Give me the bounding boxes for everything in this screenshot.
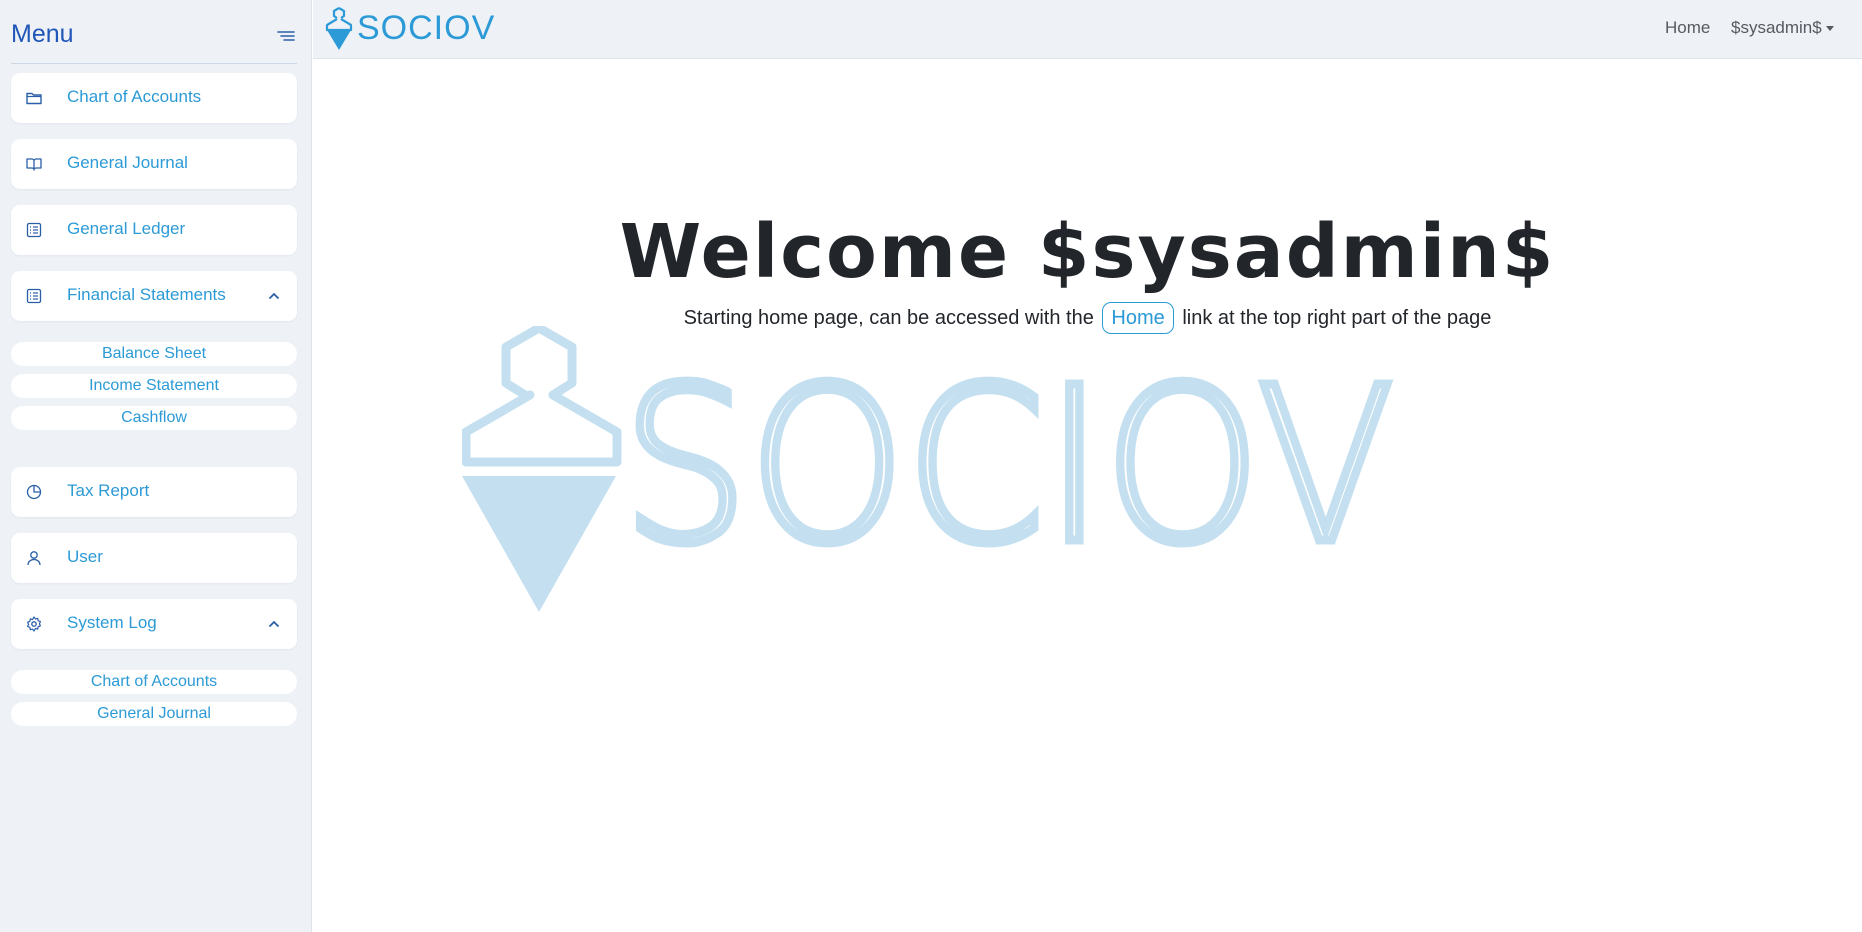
folder-icon: [25, 89, 43, 107]
gear-icon: [25, 615, 43, 633]
chevron-up-icon[interactable]: [267, 617, 281, 631]
sidebar-item-financial-statements[interactable]: Financial Statements: [11, 271, 297, 321]
welcome-heading: Welcome $sysadmin$: [619, 209, 1556, 295]
sidebar-item-label: Financial Statements: [67, 285, 226, 304]
user-name: $sysadmin$: [1731, 18, 1822, 37]
sidebar-item-label: General Journal: [67, 153, 188, 172]
sidebar-item-label: General Ledger: [67, 219, 186, 238]
sidebar-item-general-ledger[interactable]: General Ledger: [11, 205, 297, 255]
sidebar-item-label: System Log: [67, 613, 157, 632]
submenu-item-cashflow[interactable]: Cashflow: [11, 406, 297, 430]
caret-down-icon: [1825, 26, 1834, 32]
brand-logo[interactable]: SOCIOV: [323, 6, 494, 52]
submenu-item-log-general-journal[interactable]: General Journal: [11, 702, 297, 726]
submenu-item-income-statement[interactable]: Income Statement: [11, 374, 297, 398]
brand-name: SOCIOV: [357, 9, 496, 47]
sidebar-item-tax-report[interactable]: Tax Report: [11, 467, 297, 517]
user-dropdown[interactable]: $sysadmin$: [1731, 18, 1834, 38]
watermark-text: SOCIOV: [622, 342, 1394, 591]
submenu-item-log-chart-of-accounts[interactable]: Chart of Accounts: [11, 670, 297, 694]
chevron-up-icon[interactable]: [267, 289, 281, 303]
user-icon: [25, 549, 43, 567]
menu-title: Menu: [11, 20, 74, 48]
sidebar: Menu Chart of Accounts General Journal G…: [0, 0, 312, 932]
sidebar-item-user[interactable]: User: [11, 533, 297, 583]
sidebar-item-system-log[interactable]: System Log: [11, 599, 297, 649]
top-navbar: SOCIOV Home $sysadmin$: [313, 0, 1862, 59]
menu-toggle-icon[interactable]: [275, 27, 297, 45]
list-icon: [25, 221, 43, 239]
sidebar-item-label: User: [67, 547, 103, 566]
book-icon: [25, 155, 43, 173]
pie-chart-icon: [25, 483, 43, 501]
sidebar-item-label: Chart of Accounts: [67, 87, 202, 106]
menu-header: Menu: [11, 14, 297, 64]
sidebar-item-general-journal[interactable]: General Journal: [11, 139, 297, 189]
list-icon: [25, 287, 43, 305]
sidebar-item-label: Tax Report: [67, 481, 150, 500]
sidebar-item-chart-of-accounts[interactable]: Chart of Accounts: [11, 73, 297, 123]
sociov-watermark-logo: SOCIOV: [462, 326, 1394, 612]
submenu-item-balance-sheet[interactable]: Balance Sheet: [11, 342, 297, 366]
home-link[interactable]: Home: [1665, 18, 1710, 38]
